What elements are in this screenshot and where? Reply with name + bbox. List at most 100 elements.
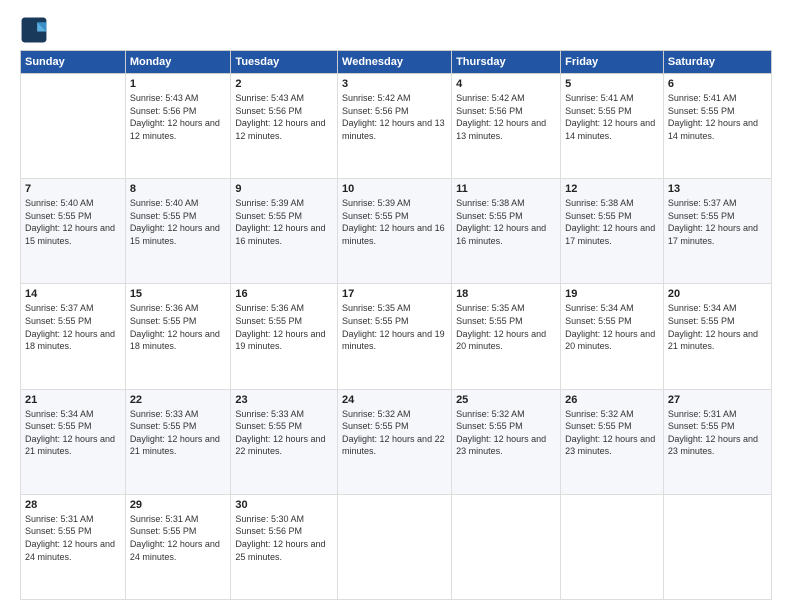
- day-cell: 26Sunrise: 5:32 AM Sunset: 5:55 PM Dayli…: [561, 389, 664, 494]
- day-cell: [21, 74, 126, 179]
- day-cell: 16 Sunrise: 5:36 AM Sunset: 5:55 PM Dayli…: [231, 284, 338, 389]
- week-row: 21 Sunrise: 5:34 AM Sunset: 5:55 PM Dayli…: [21, 389, 772, 494]
- day-number: 2: [235, 78, 333, 90]
- day-info: Sunrise: 5:33 AM Sunset: 5:55 PM Dayligh…: [235, 408, 333, 458]
- day-number: 7: [25, 183, 121, 195]
- day-cell: 6 Sunrise: 5:41 AM Sunset: 5:55 PM Daylig…: [663, 74, 771, 179]
- day-header: Wednesday: [338, 51, 452, 74]
- day-number: 29: [130, 499, 227, 511]
- page: SundayMondayTuesdayWednesdayThursdayFrid…: [0, 0, 792, 612]
- day-info: Sunrise: 5:32 AM Sunset: 5:55 PM Dayligh…: [456, 408, 556, 458]
- day-cell: 29 Sunrise: 5:31 AM Sunset: 5:55 PM Dayli…: [125, 494, 231, 599]
- day-info: Sunrise: 5:34 AM Sunset: 5:55 PM Dayligh…: [565, 302, 659, 352]
- day-info: Sunrise: 5:35 AM Sunset: 5:55 PM Dayligh…: [456, 302, 556, 352]
- day-info: Sunrise: 5:35 AM Sunset: 5:55 PM Dayligh…: [342, 302, 447, 352]
- day-number: 8: [130, 183, 227, 195]
- day-number: 14: [25, 288, 121, 300]
- day-header: Friday: [561, 51, 664, 74]
- day-info: Sunrise: 5:34 AM Sunset: 5:55 PM Dayligh…: [25, 408, 121, 458]
- logo: [20, 16, 52, 44]
- day-cell: 8 Sunrise: 5:40 AM Sunset: 5:55 PM Daylig…: [125, 179, 231, 284]
- day-cell: 21 Sunrise: 5:34 AM Sunset: 5:55 PM Dayli…: [21, 389, 126, 494]
- day-cell: 11 Sunrise: 5:38 AM Sunset: 5:55 PM Dayli…: [452, 179, 561, 284]
- day-number: 20: [668, 288, 767, 300]
- day-cell: 5Sunrise: 5:41 AM Sunset: 5:55 PM Daylig…: [561, 74, 664, 179]
- day-cell: 20 Sunrise: 5:34 AM Sunset: 5:55 PM Dayli…: [663, 284, 771, 389]
- day-cell: 15 Sunrise: 5:36 AM Sunset: 5:55 PM Dayli…: [125, 284, 231, 389]
- day-number: 24: [342, 394, 447, 406]
- day-info: Sunrise: 5:39 AM Sunset: 5:55 PM Dayligh…: [342, 197, 447, 247]
- day-info: Sunrise: 5:41 AM Sunset: 5:55 PM Dayligh…: [668, 92, 767, 142]
- day-number: 19: [565, 288, 659, 300]
- day-info: Sunrise: 5:37 AM Sunset: 5:55 PM Dayligh…: [668, 197, 767, 247]
- day-number: 18: [456, 288, 556, 300]
- day-info: Sunrise: 5:40 AM Sunset: 5:55 PM Dayligh…: [130, 197, 227, 247]
- day-cell: 28 Sunrise: 5:31 AM Sunset: 5:55 PM Dayli…: [21, 494, 126, 599]
- day-cell: [452, 494, 561, 599]
- week-row: 14 Sunrise: 5:37 AM Sunset: 5:55 PM Dayli…: [21, 284, 772, 389]
- week-row: 28 Sunrise: 5:31 AM Sunset: 5:55 PM Dayli…: [21, 494, 772, 599]
- day-cell: 12 Sunrise: 5:38 AM Sunset: 5:55 PM Dayli…: [561, 179, 664, 284]
- day-number: 30: [235, 499, 333, 511]
- day-header: Sunday: [21, 51, 126, 74]
- week-row: 1 Sunrise: 5:43 AM Sunset: 5:56 PM Daylig…: [21, 74, 772, 179]
- day-info: Sunrise: 5:34 AM Sunset: 5:55 PM Dayligh…: [668, 302, 767, 352]
- day-cell: 4Sunrise: 5:42 AM Sunset: 5:56 PM Daylig…: [452, 74, 561, 179]
- day-info: Sunrise: 5:36 AM Sunset: 5:55 PM Dayligh…: [130, 302, 227, 352]
- day-number: 16: [235, 288, 333, 300]
- day-number: 28: [25, 499, 121, 511]
- day-info: Sunrise: 5:32 AM Sunset: 5:55 PM Dayligh…: [342, 408, 447, 458]
- day-number: 13: [668, 183, 767, 195]
- day-info: Sunrise: 5:40 AM Sunset: 5:55 PM Dayligh…: [25, 197, 121, 247]
- day-cell: 22Sunrise: 5:33 AM Sunset: 5:55 PM Dayli…: [125, 389, 231, 494]
- day-cell: 17 Sunrise: 5:35 AM Sunset: 5:55 PM Dayli…: [338, 284, 452, 389]
- day-number: 15: [130, 288, 227, 300]
- week-row: 7 Sunrise: 5:40 AM Sunset: 5:55 PM Daylig…: [21, 179, 772, 284]
- day-info: Sunrise: 5:37 AM Sunset: 5:55 PM Dayligh…: [25, 302, 121, 352]
- day-number: 6: [668, 78, 767, 90]
- day-cell: 7 Sunrise: 5:40 AM Sunset: 5:55 PM Daylig…: [21, 179, 126, 284]
- day-info: Sunrise: 5:31 AM Sunset: 5:55 PM Dayligh…: [668, 408, 767, 458]
- day-number: 17: [342, 288, 447, 300]
- day-number: 1: [130, 78, 227, 90]
- day-cell: 18 Sunrise: 5:35 AM Sunset: 5:55 PM Dayli…: [452, 284, 561, 389]
- day-info: Sunrise: 5:38 AM Sunset: 5:55 PM Dayligh…: [565, 197, 659, 247]
- day-info: Sunrise: 5:31 AM Sunset: 5:55 PM Dayligh…: [130, 513, 227, 563]
- day-info: Sunrise: 5:43 AM Sunset: 5:56 PM Dayligh…: [130, 92, 227, 142]
- day-number: 4: [456, 78, 556, 90]
- day-info: Sunrise: 5:36 AM Sunset: 5:55 PM Dayligh…: [235, 302, 333, 352]
- day-number: 3: [342, 78, 447, 90]
- logo-icon: [20, 16, 48, 44]
- day-number: 22: [130, 394, 227, 406]
- day-cell: 30 Sunrise: 5:30 AM Sunset: 5:56 PM Dayli…: [231, 494, 338, 599]
- day-cell: [663, 494, 771, 599]
- day-cell: 9Sunrise: 5:39 AM Sunset: 5:55 PM Daylig…: [231, 179, 338, 284]
- day-cell: 23 Sunrise: 5:33 AM Sunset: 5:55 PM Dayli…: [231, 389, 338, 494]
- day-cell: 3 Sunrise: 5:42 AM Sunset: 5:56 PM Daylig…: [338, 74, 452, 179]
- day-number: 27: [668, 394, 767, 406]
- day-info: Sunrise: 5:42 AM Sunset: 5:56 PM Dayligh…: [342, 92, 447, 142]
- day-header: Saturday: [663, 51, 771, 74]
- calendar-table: SundayMondayTuesdayWednesdayThursdayFrid…: [20, 50, 772, 600]
- day-cell: 2 Sunrise: 5:43 AM Sunset: 5:56 PM Daylig…: [231, 74, 338, 179]
- day-info: Sunrise: 5:39 AM Sunset: 5:55 PM Dayligh…: [235, 197, 333, 247]
- day-cell: 19 Sunrise: 5:34 AM Sunset: 5:55 PM Dayli…: [561, 284, 664, 389]
- day-info: Sunrise: 5:43 AM Sunset: 5:56 PM Dayligh…: [235, 92, 333, 142]
- day-cell: 14 Sunrise: 5:37 AM Sunset: 5:55 PM Dayli…: [21, 284, 126, 389]
- day-info: Sunrise: 5:32 AM Sunset: 5:55 PM Dayligh…: [565, 408, 659, 458]
- day-cell: 1 Sunrise: 5:43 AM Sunset: 5:56 PM Daylig…: [125, 74, 231, 179]
- day-number: 25: [456, 394, 556, 406]
- day-number: 23: [235, 394, 333, 406]
- day-number: 11: [456, 183, 556, 195]
- day-number: 12: [565, 183, 659, 195]
- day-header: Monday: [125, 51, 231, 74]
- day-number: 10: [342, 183, 447, 195]
- day-info: Sunrise: 5:30 AM Sunset: 5:56 PM Dayligh…: [235, 513, 333, 563]
- day-info: Sunrise: 5:31 AM Sunset: 5:55 PM Dayligh…: [25, 513, 121, 563]
- day-info: Sunrise: 5:38 AM Sunset: 5:55 PM Dayligh…: [456, 197, 556, 247]
- header: [20, 16, 772, 44]
- day-number: 5: [565, 78, 659, 90]
- day-cell: 24 Sunrise: 5:32 AM Sunset: 5:55 PM Dayli…: [338, 389, 452, 494]
- day-number: 21: [25, 394, 121, 406]
- day-cell: 25 Sunrise: 5:32 AM Sunset: 5:55 PM Dayli…: [452, 389, 561, 494]
